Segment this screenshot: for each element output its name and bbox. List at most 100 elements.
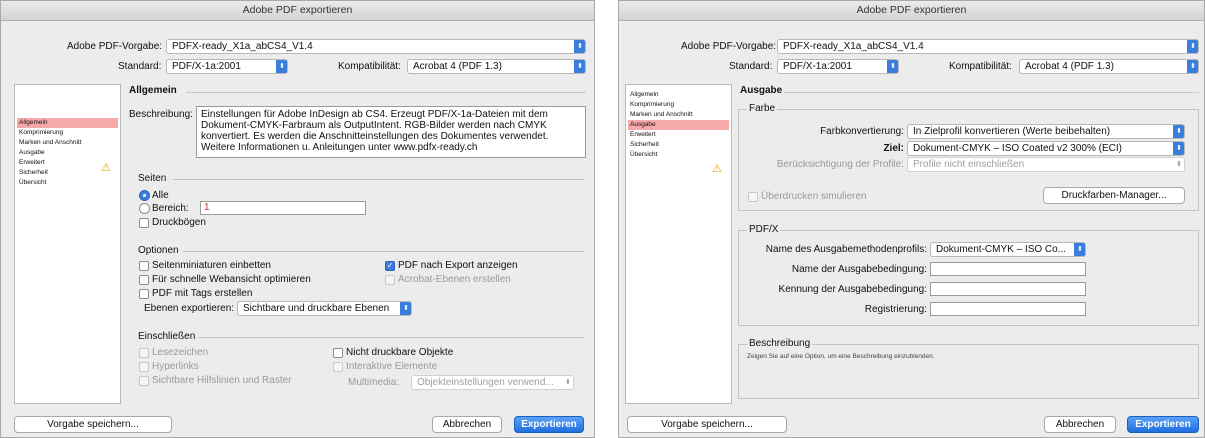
checkbox-lesezeichen[interactable] [139, 348, 149, 358]
sidebar-item-komprimierung[interactable]: Komprimierung [17, 128, 118, 138]
ziel-label: Ziel: [883, 143, 904, 154]
vorgabe-label: Adobe PDF-Vorgabe: [681, 41, 777, 52]
registrierung-input[interactable] [930, 302, 1086, 316]
beschreibung-text[interactable]: Einstellungen für Adobe InDesign ab CS4.… [196, 106, 586, 158]
exportieren-button[interactable]: Exportieren [1127, 416, 1199, 433]
vorgabe-speichern-button[interactable]: Vorgabe speichern... [627, 416, 787, 433]
chevron-updown-icon: ⬍ [276, 60, 287, 73]
multimedia-select[interactable]: Objekteinstellungen verwend... ⬍ [411, 375, 574, 390]
standard-select[interactable]: PDF/X-1a:2001 ⬍ [166, 59, 288, 74]
acrobat-ebenen-label: Acrobat-Ebenen erstellen [398, 274, 511, 285]
interaktiv-label: Interaktive Elemente [346, 361, 438, 372]
chevron-updown-icon: ⬍ [574, 60, 585, 73]
vorgabe-value: PDFX-ready_X1a_abCS4_V1.4 [783, 41, 924, 52]
section-divider [784, 92, 1199, 93]
sidebar-item-erweitert[interactable]: Erweitert [628, 130, 729, 140]
chevron-updown-icon: ⬍ [1187, 40, 1198, 53]
sidebar-item-allgemein[interactable]: Allgemein [17, 118, 118, 128]
miniaturen-label: Seitenminiaturen einbetten [152, 260, 271, 271]
druckboegen-label: Druckbögen [152, 217, 206, 228]
sidebar-item-ausgabe[interactable]: Ausgabe [628, 120, 729, 130]
checkbox-interaktiv[interactable] [333, 362, 343, 372]
checkbox-acrobat-ebenen[interactable] [385, 275, 395, 285]
checkbox-nicht-druckbar[interactable] [333, 348, 343, 358]
alle-label: Alle [152, 190, 169, 201]
chevron-updown-icon: ⬍ [400, 302, 411, 315]
exportieren-button[interactable]: Exportieren [514, 416, 584, 433]
abbrechen-button[interactable]: Abbrechen [1044, 416, 1116, 433]
profil-value: Dokument-CMYK – ISO Co... [936, 244, 1067, 255]
nach-export-label: PDF nach Export anzeigen [398, 260, 518, 271]
chevron-updown-icon: ⬍ [1173, 142, 1184, 155]
checkbox-ueberdrucken[interactable] [748, 192, 758, 202]
sidebar: Allgemein Komprimierung Marken und Ansch… [625, 84, 732, 404]
sidebar: Allgemein Komprimierung Marken und Ansch… [14, 84, 121, 404]
radio-alle[interactable] [139, 190, 150, 201]
bereich-input[interactable]: 1 [200, 201, 366, 215]
export-dialog-allgemein: Adobe PDF exportieren Adobe PDF-Vorgabe:… [0, 0, 595, 438]
kompat-value: Acrobat 4 (PDF 1.3) [413, 61, 502, 72]
sidebar-item-marken[interactable]: Marken und Anschnitt [628, 110, 729, 120]
kompat-label: Kompatibilität: [949, 61, 1012, 72]
ziel-value: Dokument-CMYK – ISO Coated v2 300% (ECI) [913, 143, 1122, 154]
bereich-label: Bereich: [152, 203, 189, 214]
checkbox-hyperlinks[interactable] [139, 362, 149, 372]
kompat-select[interactable]: Acrobat 4 (PDF 1.3) ⬍ [1019, 59, 1199, 74]
chevron-updown-icon: ⬍ [1173, 125, 1184, 138]
webansicht-label: Für schnelle Webansicht optimieren [152, 274, 311, 285]
section-title: Allgemein [129, 85, 177, 96]
sidebar-item-sicherheit[interactable]: Sicherheit [628, 140, 729, 150]
seiten-title: Seiten [138, 173, 167, 184]
optionen-title: Optionen [138, 245, 179, 256]
standard-value: PDF/X-1a:2001 [172, 61, 241, 72]
profile-select[interactable]: Profile nicht einschließen ⬍ [907, 157, 1185, 172]
chevron-updown-icon: ⬍ [565, 379, 571, 386]
kennung-input[interactable] [930, 282, 1086, 296]
druckfarben-manager-button[interactable]: Druckfarben-Manager... [1043, 187, 1185, 204]
farbe-title: Farbe [747, 103, 778, 114]
section-divider [186, 92, 586, 93]
sidebar-item-ausgabe[interactable]: Ausgabe [17, 148, 118, 158]
checkbox-tags[interactable] [139, 289, 149, 299]
sidebar-item-allgemein[interactable]: Allgemein [628, 90, 729, 100]
checkbox-miniaturen[interactable] [139, 261, 149, 271]
sidebar-item-uebersicht[interactable]: Übersicht [17, 178, 118, 188]
chevron-updown-icon: ⬍ [1187, 60, 1198, 73]
checkbox-hilfslinien[interactable] [139, 376, 149, 386]
kennung-label: Kennung der Ausgabebedingung: [778, 284, 927, 295]
abbrechen-button[interactable]: Abbrechen [432, 416, 502, 433]
checkbox-nach-export[interactable]: ✓ [385, 261, 395, 271]
beschreibung-label: Beschreibung: [129, 109, 193, 120]
profil-label: Name des Ausgabemethodenprofils: [765, 244, 927, 255]
checkbox-webansicht[interactable] [139, 275, 149, 285]
warning-icon: ⚠ [712, 163, 722, 175]
ziel-select[interactable]: Dokument-CMYK – ISO Coated v2 300% (ECI)… [907, 141, 1185, 156]
vorgabe-select[interactable]: PDFX-ready_X1a_abCS4_V1.4 ⬍ [166, 39, 586, 54]
einschliessen-title: Einschließen [138, 331, 196, 342]
sidebar-item-uebersicht[interactable]: Übersicht [628, 150, 729, 160]
vorgabe-label: Adobe PDF-Vorgabe: [67, 41, 163, 52]
seiten-divider [173, 179, 584, 180]
standard-select[interactable]: PDF/X-1a:2001 ⬍ [777, 59, 899, 74]
sidebar-item-komprimierung[interactable]: Komprimierung [628, 100, 729, 110]
vorgabe-value: PDFX-ready_X1a_abCS4_V1.4 [172, 41, 313, 52]
vorgabe-select[interactable]: PDFX-ready_X1a_abCS4_V1.4 ⬍ [777, 39, 1199, 54]
ebenen-value: Sichtbare und druckbare Ebenen [243, 303, 390, 314]
bedingung-input[interactable] [930, 262, 1086, 276]
window-title: Adobe PDF exportieren [619, 1, 1204, 21]
hilfslinien-label: Sichtbare Hilfslinien und Raster [152, 375, 292, 386]
kompat-label: Kompatibilität: [338, 61, 401, 72]
beschreibung-hint: Zeigen Sie auf eine Option, um eine Besc… [747, 353, 935, 360]
profil-select[interactable]: Dokument-CMYK – ISO Co... ⬍ [930, 242, 1086, 257]
farbkonv-select[interactable]: In Zielprofil konvertieren (Werte beibeh… [907, 124, 1185, 139]
warning-icon: ⚠ [101, 162, 111, 174]
farbkonv-value: In Zielprofil konvertieren (Werte beibeh… [913, 126, 1111, 137]
multimedia-label: Multimedia: [348, 377, 400, 388]
sidebar-item-marken[interactable]: Marken und Anschnitt [17, 138, 118, 148]
pdfx-title: PDF/X [747, 224, 781, 235]
kompat-select[interactable]: Acrobat 4 (PDF 1.3) ⬍ [407, 59, 586, 74]
radio-bereich[interactable] [139, 203, 150, 214]
ebenen-select[interactable]: Sichtbare und druckbare Ebenen ⬍ [237, 301, 412, 316]
checkbox-druckboegen[interactable] [139, 218, 149, 228]
vorgabe-speichern-button[interactable]: Vorgabe speichern... [14, 416, 172, 433]
